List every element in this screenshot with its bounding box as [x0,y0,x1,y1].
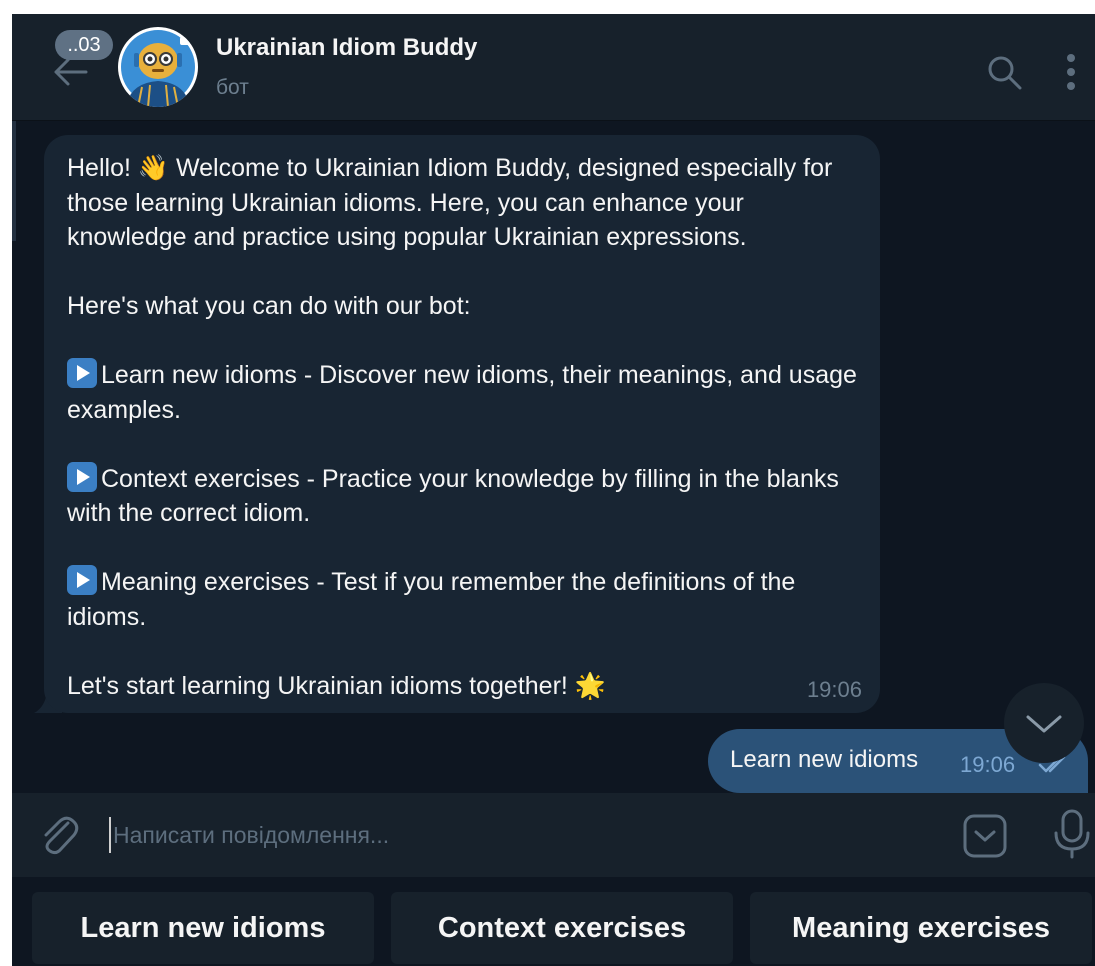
feature-meaning-text: Meaning exercises - Test if you remember… [67,568,803,631]
star-emoji-icon: 🌟 [574,670,606,700]
attach-icon[interactable] [38,813,80,857]
scrollbar[interactable] [12,121,16,241]
incoming-message[interactable]: Hello! 👋 Welcome to Ukrainian Idiom Budd… [44,135,880,713]
greeting-text: Hello! [67,154,138,182]
play-button-icon [67,461,97,492]
keyboard-toggle-icon[interactable] [962,813,1008,859]
bot-avatar[interactable] [118,27,198,107]
chat-title[interactable]: Ukrainian Idiom Buddy [216,34,477,62]
keyboard-button-meaning[interactable]: Meaning exercises [750,892,1092,964]
message-text: Hello! 👋 Welcome to Ukrainian Idiom Budd… [67,151,867,703]
message-list[interactable]: Hello! 👋 Welcome to Ukrainian Idiom Budd… [12,121,1095,793]
wave-emoji-icon: 👋 [137,153,170,182]
unread-badge[interactable]: ..03 [55,30,113,60]
keyboard-button-learn[interactable]: Learn new idioms [32,892,374,964]
keyboard-button-context[interactable]: Context exercises [391,892,733,964]
feature-context-text: Context exercises - Practice your knowle… [67,464,846,528]
telegram-window: ..03 Ukrainian Idiom Buddy бот Hello! 👋 … [12,14,1095,966]
chat-subtitle: бот [216,76,249,99]
feature-learn-text: Learn new idioms - Discover new idioms, … [67,361,864,424]
play-button-icon [67,565,97,595]
play-button-icon [67,358,97,388]
chat-header: ..03 Ukrainian Idiom Buddy бот [12,14,1095,121]
bot-keyboard: Learn new idioms Context exercises Meani… [12,877,1095,966]
greeting-body: Welcome to Ukrainian Idiom Buddy, design… [67,154,840,251]
intro-text: Here's what you can do with our bot: [67,292,471,320]
robot-avatar-icon [121,30,195,107]
message-input[interactable] [113,813,933,857]
microphone-icon[interactable] [1050,807,1094,861]
outgoing-text: Learn new idioms [730,746,919,773]
closing-text: Let's start learning Ukrainian idioms to… [67,671,575,700]
message-time: 19:06 [806,677,862,702]
composer [12,793,1095,877]
scroll-down-icon [1026,715,1062,733]
more-vertical-icon[interactable] [1058,50,1084,94]
search-icon[interactable] [984,52,1024,92]
scroll-down-button[interactable] [1004,683,1084,763]
text-caret [109,817,111,853]
